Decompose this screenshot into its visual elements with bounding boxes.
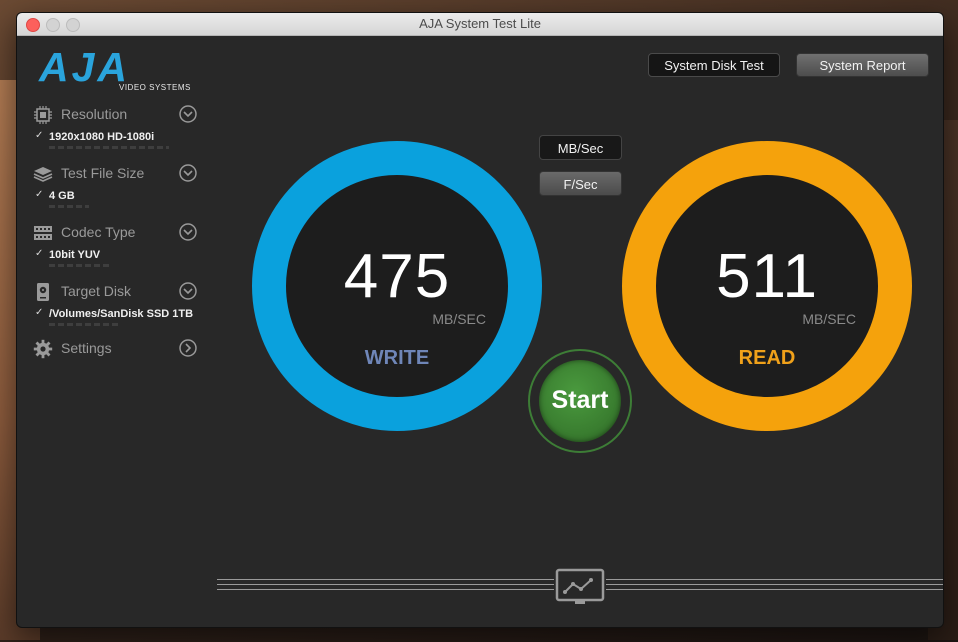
- chevron-right-icon[interactable]: [179, 339, 197, 357]
- file-size-value-row: ✓ 4 GB: [31, 188, 203, 219]
- logo-subtitle: VIDEO SYSTEMS: [119, 83, 191, 92]
- sidebar-item-codec-type[interactable]: Codec Type: [31, 219, 203, 247]
- start-button[interactable]: Start: [539, 360, 621, 442]
- chevron-down-icon[interactable]: [179, 164, 197, 182]
- write-label: WRITE: [364, 347, 430, 369]
- stack-icon: [33, 167, 53, 182]
- sidebar-item-label: Target Disk: [61, 283, 132, 299]
- system-report-button[interactable]: System Report: [796, 53, 929, 77]
- app-window: AJA System Test Lite AJA VIDEO SYSTEMS S…: [16, 12, 944, 628]
- title-bar: AJA System Test Lite: [17, 13, 943, 36]
- gear-icon: [33, 339, 53, 359]
- sidebar-item-target-disk[interactable]: Target Disk: [31, 278, 203, 306]
- read-gauge: 511 MB/SEC READ: [622, 141, 912, 431]
- sidebar-item-test-file-size[interactable]: Test File Size: [31, 160, 203, 188]
- sidebar-item-label: Codec Type: [61, 224, 136, 240]
- resolution-value-row: ✓ 1920x1080 HD-1080i: [31, 129, 203, 160]
- sidebar-item-settings[interactable]: Settings: [31, 335, 203, 363]
- chevron-down-icon[interactable]: [179, 223, 197, 241]
- film-icon: [34, 226, 52, 240]
- write-speed-value: 475: [343, 242, 451, 311]
- target-disk-ghost-text: [49, 323, 119, 326]
- codec-value-row: ✓ 10bit YUV: [31, 247, 203, 278]
- start-label: Start: [551, 386, 609, 414]
- sidebar-item-resolution[interactable]: Resolution: [31, 101, 203, 129]
- aja-logo: AJA VIDEO SYSTEMS: [31, 43, 190, 92]
- start-button-ring[interactable]: Start: [528, 349, 632, 453]
- read-speed-value: 511: [716, 242, 818, 311]
- check-icon: ✓: [35, 307, 44, 318]
- graph-results-button[interactable]: [554, 568, 606, 608]
- codec-value: 10bit YUV: [49, 249, 101, 261]
- check-icon: ✓: [35, 189, 44, 200]
- target-disk-value-row: ✓ /Volumes/SanDisk SSD 1TB: [31, 306, 203, 337]
- write-speed-unit: MB/SEC: [432, 311, 486, 327]
- logo-brand: AJA: [39, 44, 131, 90]
- check-icon: ✓: [35, 130, 44, 141]
- chevron-down-icon[interactable]: [179, 105, 197, 123]
- window-title: AJA System Test Lite: [419, 16, 541, 31]
- sidebar-item-label: Test File Size: [61, 165, 145, 181]
- file-size-value: 4 GB: [49, 190, 75, 202]
- codec-ghost-text: [49, 264, 109, 267]
- system-disk-test-button[interactable]: System Disk Test: [648, 53, 780, 77]
- sidebar: Resolution ✓ 1920x1080 HD-1080i Test Fil…: [31, 101, 203, 363]
- file-size-ghost-text: [49, 205, 89, 208]
- check-icon: ✓: [35, 248, 44, 259]
- read-speed-unit: MB/SEC: [802, 311, 856, 327]
- write-gauge: 475 MB/SEC WRITE: [252, 141, 542, 431]
- chevron-down-icon[interactable]: [179, 282, 197, 300]
- resolution-ghost-text: [49, 146, 169, 149]
- sidebar-item-label: Resolution: [61, 106, 128, 122]
- chip-icon: [34, 106, 52, 124]
- read-label: READ: [738, 347, 796, 369]
- sidebar-item-label: Settings: [61, 340, 112, 356]
- disk-icon: [37, 283, 49, 301]
- resolution-value: 1920x1080 HD-1080i: [49, 131, 155, 143]
- mb-per-sec-button[interactable]: MB/Sec: [539, 135, 622, 160]
- line-chart-icon: [555, 568, 605, 604]
- target-disk-value: /Volumes/SanDisk SSD 1TB: [49, 308, 194, 320]
- frames-per-sec-button[interactable]: F/Sec: [539, 171, 622, 196]
